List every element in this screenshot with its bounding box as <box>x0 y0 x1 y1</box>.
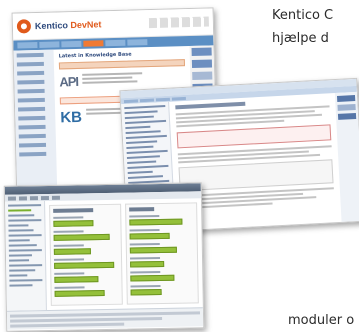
kentico-logo-icon <box>16 19 32 34</box>
green-ui-left-panel <box>49 203 123 306</box>
kb-highlight-bar <box>58 59 186 70</box>
caption-line-3: moduler o <box>288 313 355 328</box>
header-links <box>148 16 209 29</box>
caption-line-2: hjælpe d <box>272 31 329 46</box>
devnet-brand: Kentico DevNet <box>34 19 102 32</box>
kb-icon: KB <box>60 108 83 127</box>
api-icon: API <box>59 73 79 90</box>
devnet-sidebar <box>13 49 58 201</box>
green-ui-tree <box>5 201 47 311</box>
kb-title: Latest in Knowledge Base <box>58 51 132 60</box>
green-ui-footer <box>6 307 204 330</box>
screenshot-green-ui <box>3 182 205 332</box>
caption-line-1: Kentico C <box>272 8 334 23</box>
green-ui-right-panel <box>125 202 199 305</box>
warning-box <box>176 124 332 149</box>
